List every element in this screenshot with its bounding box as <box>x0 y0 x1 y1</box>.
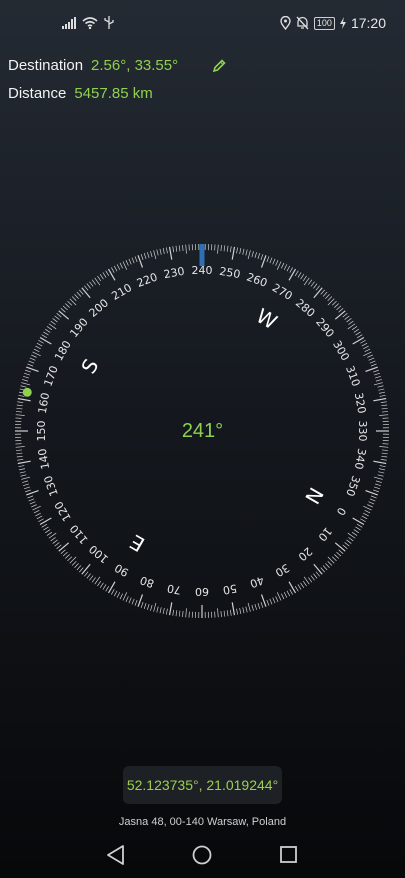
degree-label: 20 <box>296 544 315 563</box>
degree-label: 280 <box>293 296 317 319</box>
cardinal-e: E <box>126 530 149 557</box>
degree-label: 160 <box>36 392 52 415</box>
destination-value: 2.56°, 33.55° <box>91 57 179 74</box>
heading-indicator <box>199 244 205 266</box>
degree-label: 140 <box>36 447 52 470</box>
distance-label: Distance <box>8 85 67 102</box>
degree-label: 300 <box>330 338 352 363</box>
recents-icon[interactable] <box>280 846 297 863</box>
degree-label: 290 <box>313 316 336 340</box>
destination-marker <box>22 387 32 397</box>
distance-value: 5457.85 km <box>74 85 153 102</box>
status-bar: 100 17:20 <box>0 0 405 50</box>
cardinal-w: W <box>252 304 281 335</box>
battery-indicator: 100 <box>313 16 335 30</box>
degree-label: 40 <box>248 573 266 590</box>
degree-label: 50 <box>222 581 238 596</box>
degree-label: 110 <box>67 522 90 546</box>
clock: 17:20 <box>350 15 386 31</box>
back-icon[interactable] <box>107 845 124 865</box>
degree-label: 70 <box>166 581 182 596</box>
current-coordinates[interactable]: 52.123735°, 21.019244° <box>123 766 282 804</box>
signal-icon <box>62 16 76 29</box>
current-address: Jasna 48, 00-140 Warsaw, Poland <box>118 816 287 828</box>
degree-label: 0 <box>334 505 349 518</box>
degree-label: 120 <box>52 499 74 524</box>
charging-icon <box>339 17 346 29</box>
destination-label: Destination <box>8 57 84 74</box>
destination-row: Destination 2.56°, 33.55° <box>8 57 178 74</box>
navigation-bar <box>107 845 297 865</box>
cardinal-n: N <box>300 483 328 508</box>
degree-label: 340 <box>352 447 368 470</box>
notifications-off-icon <box>296 16 309 30</box>
degree-label: 30 <box>273 561 292 579</box>
edit-destination-icon[interactable] <box>211 58 227 74</box>
degree-label: 80 <box>138 573 156 590</box>
degree-label: 190 <box>67 316 90 340</box>
usb-icon <box>104 16 114 29</box>
wifi-icon <box>82 16 98 29</box>
degree-label: 100 <box>87 542 111 565</box>
degree-label: 310 <box>343 364 362 388</box>
degree-label: 210 <box>109 281 134 303</box>
degree-label: 270 <box>270 281 295 303</box>
degree-label: 130 <box>41 474 60 498</box>
heading-readout: 241° <box>181 420 224 442</box>
degree-label: 260 <box>245 270 269 289</box>
degree-label: 230 <box>163 265 186 281</box>
degree-label: 90 <box>112 561 131 579</box>
location-icon <box>280 16 291 30</box>
distance-row: Distance 5457.85 km <box>8 85 153 102</box>
degree-label: 200 <box>87 296 111 319</box>
degree-label: 60 <box>195 585 209 598</box>
cardinal-s: S <box>76 355 103 378</box>
degree-label: 10 <box>315 525 334 544</box>
degree-label: 320 <box>352 392 368 415</box>
degree-label: 350 <box>343 474 362 498</box>
degree-label: 220 <box>135 270 159 289</box>
home-icon[interactable] <box>192 845 212 865</box>
degree-label: 170 <box>41 364 60 388</box>
degree-label: 180 <box>52 338 74 363</box>
degree-label: 250 <box>218 265 241 281</box>
